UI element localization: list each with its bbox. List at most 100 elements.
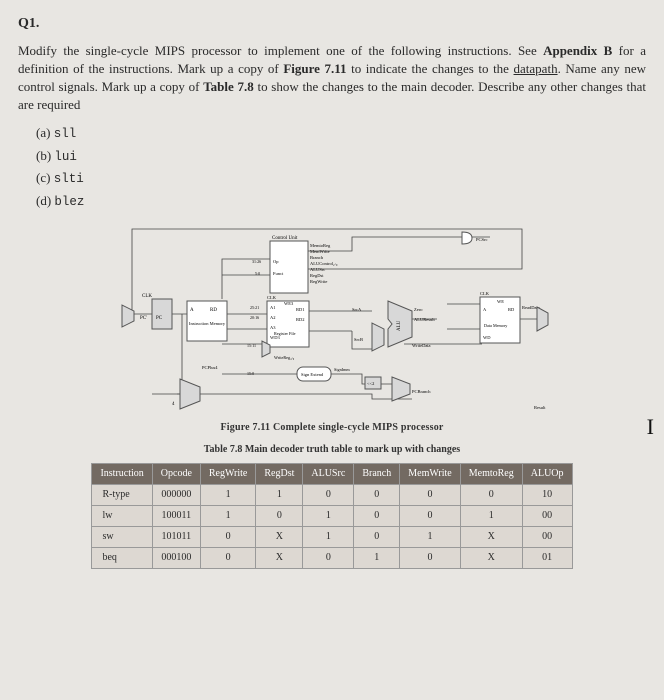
label-srcb: SrcB — [354, 337, 363, 342]
th-branch: Branch — [354, 464, 400, 485]
label-signimm: SignImm — [334, 367, 350, 372]
label-memwrite: MemWrite — [310, 249, 330, 254]
option-label: (b) — [36, 148, 51, 163]
option-code: sll — [54, 127, 77, 141]
option-label: (d) — [36, 193, 51, 208]
mips-datapath-diagram: CLK PC' PC A RD Instruction Memory Contr… — [92, 219, 572, 419]
cell-instr: beq — [92, 548, 152, 569]
option-label: (c) — [36, 170, 50, 185]
label-data-memory: Data Memory — [484, 323, 508, 328]
cell-memwrite: 0 — [400, 548, 460, 569]
label-a2: A2 — [270, 315, 276, 320]
label-clk2: CLK — [267, 295, 277, 300]
option-code: blez — [54, 195, 84, 209]
label-shift2: <<2 — [367, 381, 374, 386]
decoder-table: Instruction Opcode RegWrite RegDst ALUSr… — [91, 463, 572, 569]
label-wd: WD — [483, 335, 491, 340]
cell-opcode: 100011 — [152, 506, 200, 527]
table-row: sw 101011 0 X 1 0 1 X 00 — [92, 527, 572, 548]
option-b: (b) lui — [36, 147, 646, 167]
label-rd1: RD1 — [296, 307, 305, 312]
label-20-16: 20:16 — [250, 315, 259, 320]
cell-instr: lw — [92, 506, 152, 527]
th-regdst: RegDst — [256, 464, 303, 485]
cell-memtoreg: X — [460, 548, 522, 569]
option-code: lui — [54, 150, 77, 164]
th-instruction: Instruction — [92, 464, 152, 485]
table-row: beq 000100 0 X 0 1 0 X 01 — [92, 548, 572, 569]
label-pcsrc: PCSrc — [476, 237, 488, 242]
qtext-3: to indicate the changes to the — [347, 61, 514, 76]
question-text: Modify the single-cycle MIPS processor t… — [18, 42, 646, 115]
cell-regwrite: 0 — [200, 527, 255, 548]
th-opcode: Opcode — [152, 464, 200, 485]
label-op: Op — [273, 259, 279, 264]
cell-opcode: 101011 — [152, 527, 200, 548]
label-aluresult: ALUResult — [414, 317, 435, 322]
cell-branch: 1 — [354, 548, 400, 569]
option-c: (c) slti — [36, 169, 646, 189]
label-alusrc: ALUSrc — [310, 267, 325, 272]
figure-wrap: CLK PC' PC A RD Instruction Memory Contr… — [18, 219, 646, 435]
label-pcbranch: PCBranch — [412, 389, 431, 394]
question-title: Q1. — [18, 14, 646, 34]
cell-regwrite: 0 — [200, 548, 255, 569]
table-row: R-type 000000 1 1 0 0 0 0 10 — [92, 485, 572, 506]
option-a: (a) sll — [36, 124, 646, 144]
label-15-0: 15:0 — [247, 371, 254, 376]
cell-aluop: 00 — [522, 527, 572, 548]
label-branch: Branch — [310, 255, 324, 260]
cell-instr: sw — [92, 527, 152, 548]
cell-alusrc: 1 — [303, 527, 354, 548]
label-writereg: WriteReg₄:₀ — [274, 355, 295, 360]
table-row: lw 100011 1 0 1 0 0 1 00 — [92, 506, 572, 527]
cell-regwrite: 1 — [200, 506, 255, 527]
cell-memtoreg: 1 — [460, 506, 522, 527]
label-regdst: RegDst — [310, 273, 324, 278]
cell-alusrc: 1 — [303, 506, 354, 527]
table-header-row: Instruction Opcode RegWrite RegDst ALUSr… — [92, 464, 572, 485]
cell-regdst: X — [256, 548, 303, 569]
cell-opcode: 000100 — [152, 548, 200, 569]
cell-aluop: 10 — [522, 485, 572, 506]
cell-regwrite: 1 — [200, 485, 255, 506]
qtext-1: Modify the single-cycle MIPS processor t… — [18, 43, 543, 58]
cell-alusrc: 0 — [303, 485, 354, 506]
cell-regdst: 0 — [256, 506, 303, 527]
label-pcprime: PC' — [140, 316, 147, 321]
label-srca: SrcA — [352, 307, 362, 312]
cell-branch: 0 — [354, 506, 400, 527]
cell-memtoreg: X — [460, 527, 522, 548]
cell-instr: R-type — [92, 485, 152, 506]
label-pc: PC — [156, 316, 163, 321]
label-4: 4 — [172, 402, 175, 407]
label-5-0: 5:0 — [255, 271, 260, 276]
figure-caption: Figure 7.11 Complete single-cycle MIPS p… — [18, 421, 646, 435]
table-ref: Table 7.8 — [203, 79, 254, 94]
cell-branch: 0 — [354, 485, 400, 506]
th-aluop: ALUOp — [522, 464, 572, 485]
label-alucontrol: ALUControl₂:₀ — [310, 261, 338, 266]
text-cursor-icon: I — [647, 412, 654, 443]
label-rd: RD — [210, 308, 217, 313]
label-clk3: CLK — [480, 291, 490, 296]
datapath-word: datapath — [514, 61, 558, 76]
cell-memwrite: 1 — [400, 527, 460, 548]
cell-regdst: 1 — [256, 485, 303, 506]
cell-memwrite: 0 — [400, 506, 460, 527]
th-regwrite: RegWrite — [200, 464, 255, 485]
label-rd2: RD2 — [296, 317, 305, 322]
options-list: (a) sll (b) lui (c) slti (d) blez — [36, 124, 646, 211]
cell-opcode: 000000 — [152, 485, 200, 506]
label-pcplus4: PCPlus4 — [202, 365, 218, 370]
appendix-ref: Appendix B — [543, 43, 612, 58]
th-alusrc: ALUSrc — [303, 464, 354, 485]
label-rd-dm: RD — [508, 307, 515, 312]
label-writedata: WriteData — [412, 343, 431, 348]
th-memwrite: MemWrite — [400, 464, 460, 485]
cell-branch: 0 — [354, 527, 400, 548]
label-we3: WE3 — [284, 301, 294, 306]
label-result: Result — [534, 405, 546, 410]
label-funct: Funct — [273, 271, 284, 276]
label-zero: Zero — [414, 307, 423, 312]
